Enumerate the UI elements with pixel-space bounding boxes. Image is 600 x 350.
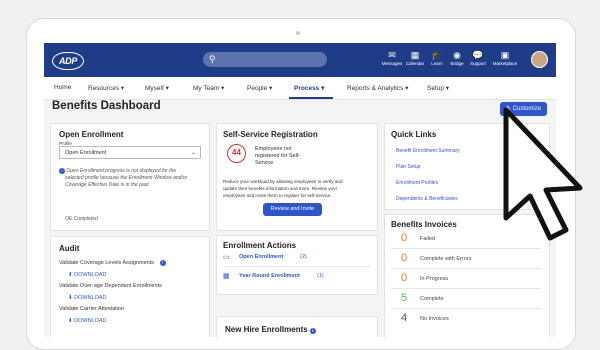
menu-home[interactable]: Home (54, 84, 71, 91)
profile-select-value: Open Enrollment (65, 150, 107, 156)
download-link[interactable]: ⬇ DOWNLOAD (68, 318, 107, 324)
menu-my-team[interactable]: My Team ▾ (193, 84, 224, 92)
open-enrollment-title: Open Enrollment (59, 130, 124, 139)
count-text-line-2: registered for Self- (255, 153, 301, 159)
divider (391, 308, 541, 309)
main-menu: Home Resources ▾ Myself ▾ My Team ▾ Peop… (44, 77, 556, 100)
support-button[interactable]: 💬 Support (463, 50, 493, 67)
divider (391, 248, 541, 249)
oe-note-line-2: selected profile because the Enrollment … (65, 175, 188, 181)
search-icon: ⚲ (209, 54, 216, 64)
new-hire-title: New Hire Enrollments i (225, 325, 316, 334)
invoice-count: 0 (401, 252, 408, 264)
review-and-invite-button[interactable]: Review and Invite (263, 203, 322, 216)
quick-links-title: Quick Links (391, 130, 437, 139)
menu-people[interactable]: People ▾ (247, 84, 272, 92)
invoice-count: 0 (401, 232, 408, 244)
invoice-status-label[interactable]: No Invoices (420, 316, 449, 322)
adp-logo: ADP (52, 52, 84, 70)
camera-dot (296, 31, 300, 35)
year-round-enrollment-count: (1) (317, 273, 324, 279)
info-icon: i (59, 168, 65, 174)
menu-reports-analytics[interactable]: Reports & Analytics ▾ (347, 84, 408, 92)
menu-resources[interactable]: Resources ▾ (88, 84, 124, 92)
search-input[interactable]: ⚲ (203, 52, 327, 67)
self-service-card: Self-Service Registration 44 Employees n… (216, 123, 378, 231)
invoice-count: 4 (401, 312, 408, 324)
quick-link[interactable]: Benefit Enrollment Summary (396, 148, 460, 154)
info-icon[interactable]: i (309, 328, 316, 334)
unregistered-count-badge: 44 (227, 144, 246, 163)
quick-link[interactable]: Enrollment Profiles (396, 180, 438, 186)
menu-myself[interactable]: Myself ▾ (145, 84, 169, 92)
oe-note-line-3: Coverage Effective Date is in the past. (65, 182, 151, 188)
audit-item-label: Validate Coverage Levels Assignments i (59, 260, 166, 266)
quick-link[interactable]: Plan Setup (396, 164, 420, 170)
app-screen: ADP ⚲ ✉ Messages ▦ Calendar 🎓 Learn ◉ Br… (44, 43, 556, 337)
desc-line-3: employees and invite them to register fo… (223, 193, 332, 198)
self-service-title: Self-Service Registration (223, 130, 318, 139)
oe-note-line-1: Open Enrollment progress is not displaye… (66, 168, 177, 174)
invoice-count: 5 (401, 292, 408, 304)
mouse-cursor-icon (503, 107, 583, 241)
count-text-line-3: Service (255, 160, 274, 166)
user-avatar[interactable] (531, 51, 548, 68)
divider (391, 268, 541, 269)
top-navigation-bar: ADP ⚲ ✉ Messages ▦ Calendar 🎓 Learn ◉ Br… (44, 43, 556, 77)
benefits-invoices-title: Benefits Invoices (391, 220, 457, 229)
invoice-status-label[interactable]: In Progress (420, 276, 448, 282)
quick-link[interactable]: Dependents & Beneficiaries (396, 196, 458, 202)
invoice-status-label[interactable]: Complete with Errors (420, 256, 471, 262)
enrollment-actions-card: Enrollment Actions ▭ Open Enrollment (2)… (216, 235, 378, 295)
count-text-line-1: Employees not (255, 146, 292, 152)
divider (391, 288, 541, 289)
desc-line-1: Reduce your workload by allowing employe… (223, 179, 343, 184)
briefcase-icon: ▭ (223, 254, 230, 261)
invoice-status-label[interactable]: Complete (420, 296, 444, 302)
calendar-icon: ▦ (223, 273, 230, 280)
chevron-down-icon: ⌄ (190, 150, 196, 156)
profile-select[interactable]: Open Enrollment ⌄ (59, 146, 201, 159)
marketplace-button[interactable]: ▣ Marketplace (490, 50, 520, 67)
audit-item-label: Validate Over-age Dependent Enrollments (59, 283, 162, 289)
menu-setup[interactable]: Setup ▾ (427, 84, 449, 92)
invoice-count: 0 (401, 272, 408, 284)
divider (223, 266, 371, 267)
open-enrollment-link[interactable]: Open Enrollment (239, 254, 283, 260)
desc-line-2: update their benefits information and mo… (223, 186, 338, 191)
marketplace-icon: ▣ (500, 50, 510, 60)
open-enrollment-count: (2) (300, 254, 307, 260)
audit-card: Audit Validate Coverage Levels Assignmen… (50, 236, 210, 337)
invoice-status-label[interactable]: Failed (420, 236, 435, 242)
download-link[interactable]: ⬇ DOWNLOAD (68, 295, 107, 301)
info-icon-row: i Open Enrollment progress is not displa… (59, 168, 176, 174)
new-hire-enrollments-card: New Hire Enrollments i (216, 316, 378, 337)
page-title: Benefits Dashboard (52, 100, 161, 112)
support-icon: 💬 (472, 50, 484, 60)
menu-process[interactable]: Process ▾ (294, 84, 324, 92)
open-enrollment-card: Open Enrollment Profile Open Enrollment … (50, 123, 210, 231)
audit-item-label: Validate Carrier Attestation (59, 306, 125, 312)
oe-status: OE Completed (65, 216, 98, 222)
audit-title: Audit (59, 244, 80, 253)
info-icon[interactable]: i (159, 260, 166, 266)
active-menu-indicator (289, 97, 333, 99)
enrollment-actions-title: Enrollment Actions (223, 241, 297, 250)
download-link[interactable]: ⬇ DOWNLOAD (68, 272, 107, 278)
year-round-enrollment-link[interactable]: Year Round Enrollment (239, 273, 300, 279)
